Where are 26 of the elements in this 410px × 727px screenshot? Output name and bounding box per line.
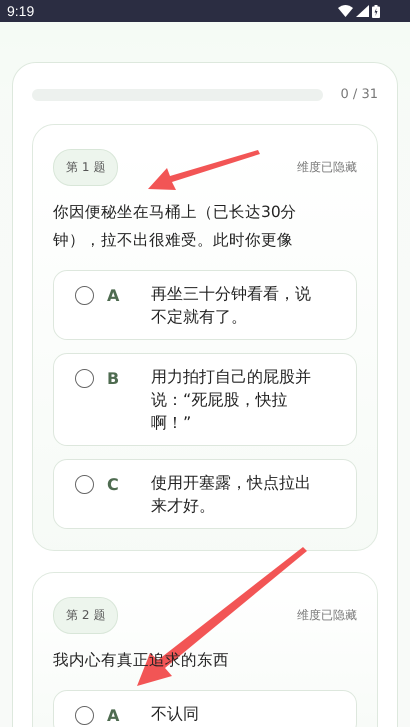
option-letter: C: [107, 475, 120, 494]
battery-icon: [372, 4, 380, 18]
option-letter: A: [107, 286, 120, 305]
answer-option[interactable]: A 再坐三十分钟看看，说不定就有了。: [53, 270, 357, 340]
radio-button[interactable]: [75, 369, 94, 388]
radio-button[interactable]: [75, 706, 94, 725]
dimension-hidden-label: 维度已隐藏: [297, 607, 357, 624]
clock: 9:19: [7, 3, 34, 19]
question-number-tag: 第 2 题: [53, 597, 118, 634]
progress-count: 0 / 31: [340, 87, 378, 102]
option-text: 不认同: [151, 703, 200, 725]
option-text: 再坐三十分钟看看，说不定就有了。: [151, 283, 312, 328]
signal-icon: [356, 5, 369, 17]
option-text: 用力拍打自己的屁股并说：“死屁股，快拉啊！”: [151, 366, 312, 434]
dimension-hidden-label: 维度已隐藏: [297, 159, 357, 176]
radio-button[interactable]: [75, 475, 94, 494]
answer-option[interactable]: B 用力拍打自己的屁股并说：“死屁股，快拉啊！”: [53, 353, 357, 446]
wifi-icon: [338, 5, 353, 17]
answer-option[interactable]: A 不认同: [53, 690, 357, 727]
option-letter: A: [107, 706, 120, 725]
question-number-tag: 第 1 题: [53, 149, 118, 186]
option-text: 使用开塞露，快点拉出来才好。: [151, 472, 312, 517]
question-text: 你因便秘坐在马桶上（已长达30分钟），拉不出很难受。此时你更像: [53, 202, 298, 251]
radio-button[interactable]: [75, 286, 94, 305]
answer-option[interactable]: C 使用开塞露，快点拉出来才好。: [53, 459, 357, 529]
option-letter: B: [107, 369, 120, 388]
